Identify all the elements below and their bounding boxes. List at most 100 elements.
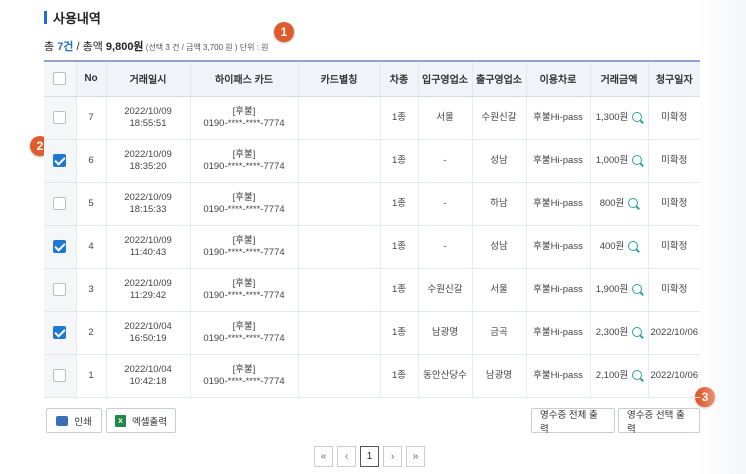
cell-card-type: [후불] bbox=[232, 191, 256, 203]
excel-export-button[interactable]: x 엑셀출력 bbox=[106, 408, 176, 433]
cell-car-type: 1종 bbox=[379, 354, 418, 398]
cell-card-type: [후불] bbox=[232, 148, 256, 160]
cell-datetime: 2022/10/09 18:55:51 bbox=[105, 96, 190, 140]
cell-card-number: 0190-****-****-7774 bbox=[203, 375, 285, 387]
table-row[interactable]: 6 2022/10/09 18:35:20 [후불] 0190-****-****-77… bbox=[44, 139, 700, 183]
cell-billing: 미확정 bbox=[647, 139, 700, 183]
cell-alias bbox=[297, 354, 380, 398]
cell-card: [후불] 0190-****-****-7774 bbox=[189, 268, 298, 312]
row-select-cell[interactable] bbox=[44, 268, 76, 312]
pagination: « ‹ 1 › » bbox=[314, 446, 425, 467]
row-checkbox[interactable] bbox=[53, 282, 67, 296]
page-first-button[interactable]: « bbox=[314, 446, 333, 467]
row-checkbox[interactable] bbox=[53, 239, 67, 253]
page-next-button[interactable]: › bbox=[383, 446, 402, 467]
cell-time: 16:50:19 bbox=[129, 332, 167, 344]
cell-datetime: 2022/10/04 16:50:19 bbox=[105, 311, 190, 355]
cell-exit: 수원신갈 bbox=[471, 96, 526, 140]
table-row[interactable]: 2 2022/10/04 16:50:19 [후불] 0190-****-****-77… bbox=[44, 311, 700, 355]
cell-alias bbox=[297, 139, 380, 183]
summary-prefix: 총 bbox=[44, 41, 58, 53]
select-all-checkbox[interactable] bbox=[53, 72, 67, 86]
row-select-cell[interactable] bbox=[44, 96, 76, 140]
cell-billing: 2022/10/06 bbox=[647, 311, 700, 355]
cell-no: 2 bbox=[75, 311, 106, 355]
cell-alias bbox=[297, 182, 380, 226]
magnifier-icon[interactable] bbox=[632, 111, 643, 122]
cell-amount: 800원 bbox=[589, 182, 648, 226]
magnifier-icon[interactable] bbox=[632, 154, 643, 165]
cell-entry: - bbox=[417, 139, 472, 183]
table-row[interactable]: 1 2022/10/04 10:42:18 [후불] 0190-****-****-77… bbox=[44, 354, 700, 398]
cell-time: 10:42:18 bbox=[129, 375, 167, 387]
cell-datetime: 2022/10/09 11:40:43 bbox=[105, 225, 190, 269]
print-button[interactable]: 인쇄 bbox=[46, 408, 102, 433]
row-checkbox[interactable] bbox=[53, 110, 67, 124]
cell-car-type: 1종 bbox=[379, 96, 418, 140]
row-checkbox[interactable] bbox=[53, 368, 67, 382]
cell-billing: 미확정 bbox=[647, 96, 700, 140]
cell-amount-value: 2,100원 bbox=[595, 369, 629, 381]
header-lane: 이용차로 bbox=[525, 60, 590, 97]
cell-card: [후불] 0190-****-****-7774 bbox=[189, 139, 298, 183]
cell-amount: 1,900원 bbox=[589, 268, 648, 312]
row-select-cell[interactable] bbox=[44, 354, 76, 398]
cell-lane: 후불Hi-pass bbox=[525, 182, 590, 226]
row-checkbox[interactable] bbox=[53, 196, 67, 210]
cell-date: 2022/10/04 bbox=[124, 320, 172, 332]
excel-button-label: 엑셀출력 bbox=[132, 416, 167, 428]
cell-card-number: 0190-****-****-7774 bbox=[203, 289, 285, 301]
cell-card-number: 0190-****-****-7774 bbox=[203, 332, 285, 344]
table-row[interactable]: 3 2022/10/09 11:29:42 [후불] 0190-****-****-77… bbox=[44, 268, 700, 312]
row-checkbox[interactable] bbox=[53, 325, 67, 339]
summary-amount: 9,800원 bbox=[105, 41, 144, 53]
usage-table: No 거래일시 하이패스 카드 카드별칭 차종 입구영업소 출구영업소 이용차로… bbox=[44, 60, 700, 398]
cell-billing: 미확정 bbox=[647, 182, 700, 226]
right-edge-fade bbox=[698, 0, 746, 474]
page-prev-button[interactable]: ‹ bbox=[337, 446, 356, 467]
cell-exit: 서울 bbox=[471, 268, 526, 312]
cell-billing: 미확정 bbox=[647, 268, 700, 312]
cell-date: 2022/10/04 bbox=[124, 363, 172, 375]
summary-unit: 단위 : 원 bbox=[237, 43, 269, 52]
magnifier-icon[interactable] bbox=[632, 326, 643, 337]
magnifier-icon[interactable] bbox=[632, 369, 643, 380]
magnifier-icon[interactable] bbox=[628, 197, 639, 208]
row-select-cell[interactable] bbox=[44, 182, 76, 226]
cell-amount-value: 800원 bbox=[599, 197, 625, 209]
row-select-cell[interactable] bbox=[44, 225, 76, 269]
cell-card: [후불] 0190-****-****-7774 bbox=[189, 311, 298, 355]
magnifier-icon[interactable] bbox=[628, 240, 639, 251]
page-last-button[interactable]: » bbox=[406, 446, 425, 467]
cell-car-type: 1종 bbox=[379, 225, 418, 269]
header-select-all[interactable] bbox=[44, 60, 76, 97]
cell-entry: 동안산당수 bbox=[417, 354, 472, 398]
table-row[interactable]: 5 2022/10/09 18:15:33 [후불] 0190-****-****-77… bbox=[44, 182, 700, 226]
cell-card-number: 0190-****-****-7774 bbox=[203, 160, 285, 172]
summary-selected: (선택 3 건 / 금액 3,700 원 ) bbox=[143, 43, 238, 52]
excel-icon: x bbox=[115, 414, 127, 427]
receipt-all-button[interactable]: 영수증 전체 출력 bbox=[531, 408, 615, 435]
table-row[interactable]: 4 2022/10/09 11:40:43 [후불] 0190-****-****-77… bbox=[44, 225, 700, 269]
receipt-selected-button[interactable]: 영수증 선택 출력 bbox=[618, 408, 700, 435]
cell-car-type: 1종 bbox=[379, 182, 418, 226]
cell-entry: 서울 bbox=[417, 96, 472, 140]
cell-amount: 1,000원 bbox=[589, 139, 648, 183]
header-datetime: 거래일시 bbox=[105, 60, 190, 97]
header-amount: 거래금액 bbox=[589, 60, 648, 97]
cell-date: 2022/10/09 bbox=[124, 191, 172, 203]
row-select-cell[interactable] bbox=[44, 139, 76, 183]
cell-card-type: [후불] bbox=[232, 234, 256, 246]
cell-entry: 수원신갈 bbox=[417, 268, 472, 312]
row-select-cell[interactable] bbox=[44, 311, 76, 355]
cell-card: [후불] 0190-****-****-7774 bbox=[189, 182, 298, 226]
cell-exit: 금곡 bbox=[471, 311, 526, 355]
page-current[interactable]: 1 bbox=[360, 446, 379, 467]
cell-no: 6 bbox=[75, 139, 106, 183]
cell-amount: 400원 bbox=[589, 225, 648, 269]
magnifier-icon[interactable] bbox=[632, 283, 643, 294]
row-checkbox[interactable] bbox=[53, 153, 67, 167]
cell-amount: 2,300원 bbox=[589, 311, 648, 355]
cell-card-type: [후불] bbox=[232, 105, 256, 117]
table-row[interactable]: 7 2022/10/09 18:55:51 [후불] 0190-****-****-77… bbox=[44, 96, 700, 140]
